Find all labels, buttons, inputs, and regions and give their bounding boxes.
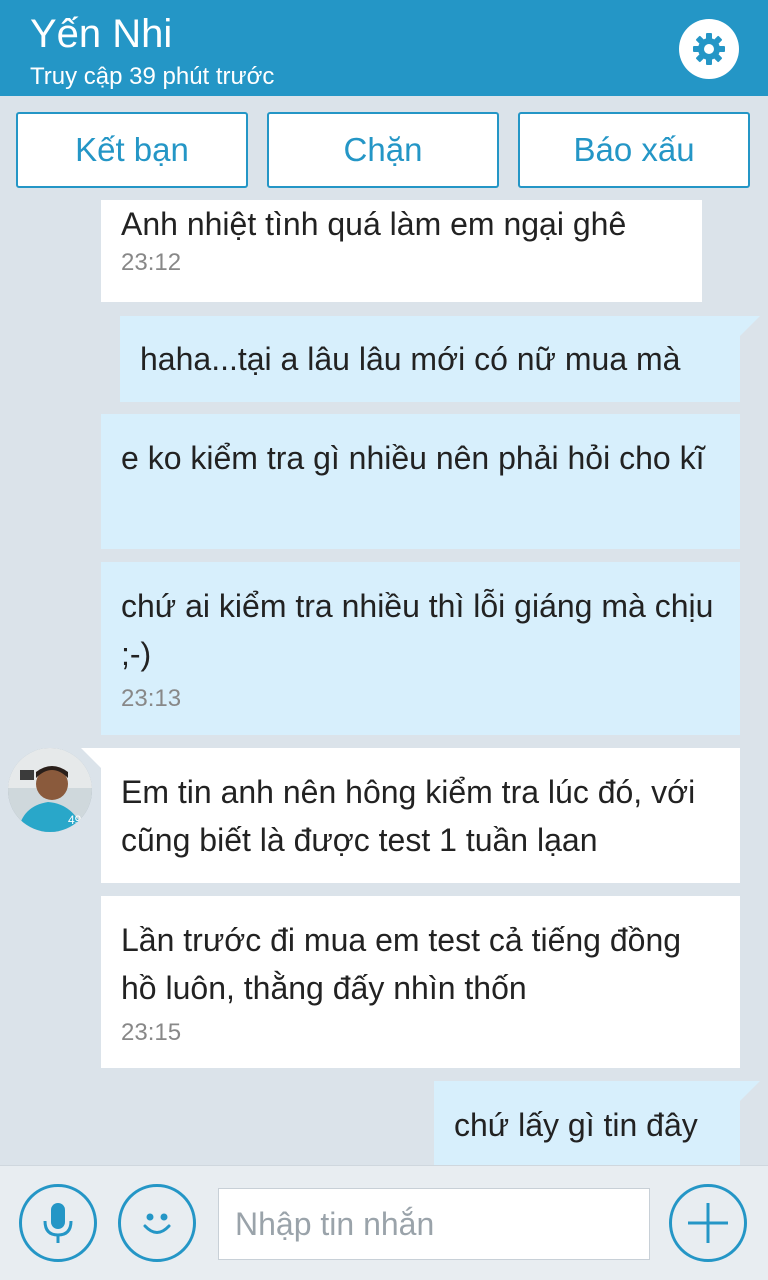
smiley-icon [143, 1213, 171, 1234]
contact-actions-bar: Kết bạn Chặn Báo xấu [0, 96, 768, 200]
message-bubble-incoming[interactable]: Em tin anh nên hông kiểm tra lúc đó, với… [101, 748, 740, 883]
bubble-tail [740, 1081, 760, 1101]
message-text: chứ ai kiểm tra nhiều thì lỗi giáng mà c… [121, 588, 714, 672]
voice-message-button[interactable] [19, 1184, 97, 1262]
message-list[interactable]: Anh nhiệt tình quá làm em ngại ghê 23:12… [0, 200, 768, 1165]
message-text: e ko kiểm tra gì nhiều nên phải hỏi cho … [121, 440, 705, 476]
last-seen-status: Truy cập 39 phút trước [30, 63, 275, 90]
message-time: 23:12 [121, 249, 182, 276]
emoji-button[interactable] [118, 1184, 196, 1262]
block-button[interactable]: Chặn [267, 112, 499, 188]
bubble-tail [740, 316, 760, 336]
message-bubble-outgoing[interactable]: chứ ai kiểm tra nhiều thì lỗi giáng mà c… [101, 562, 740, 735]
message-bubble-outgoing[interactable]: e ko kiểm tra gì nhiều nên phải hỏi cho … [101, 414, 740, 549]
chat-header: Yến Nhi Truy cập 39 phút trước [0, 0, 768, 96]
add-friend-button[interactable]: Kết bạn [16, 112, 248, 188]
message-time: 23:13 [121, 685, 182, 712]
message-text: haha...tại a lâu lâu mới có nữ mua mà [140, 341, 681, 377]
microphone-icon [43, 1203, 73, 1243]
message-text: Em tin anh nên hông kiểm tra lúc đó, với… [121, 774, 696, 858]
message-bubble-outgoing[interactable]: haha...tại a lâu lâu mới có nữ mua mà [120, 316, 740, 402]
settings-button[interactable] [679, 19, 739, 79]
message-composer [0, 1165, 768, 1280]
gear-icon [693, 33, 725, 65]
bubble-tail [81, 748, 101, 768]
add-attachment-button[interactable] [669, 1184, 747, 1262]
message-text: chứ lấy gì tin đây [454, 1107, 698, 1143]
message-bubble-incoming[interactable]: Lần trước đi mua em test cả tiếng đồng h… [101, 896, 740, 1068]
message-input[interactable] [218, 1188, 650, 1260]
contact-name[interactable]: Yến Nhi [30, 12, 172, 57]
report-button[interactable]: Báo xấu [518, 112, 750, 188]
message-text: Anh nhiệt tình quá làm em ngại ghê [121, 206, 627, 242]
plus-icon [688, 1203, 728, 1243]
contact-avatar[interactable]: 49 [8, 748, 92, 832]
message-time: 23:15 [121, 1019, 182, 1046]
svg-text:49: 49 [68, 813, 82, 827]
message-text: Lần trước đi mua em test cả tiếng đồng h… [121, 922, 682, 1006]
message-bubble-incoming[interactable]: Anh nhiệt tình quá làm em ngại ghê 23:12 [101, 200, 702, 302]
message-bubble-outgoing[interactable]: chứ lấy gì tin đây [434, 1081, 740, 1165]
avatar-photo: 49 [8, 748, 92, 832]
